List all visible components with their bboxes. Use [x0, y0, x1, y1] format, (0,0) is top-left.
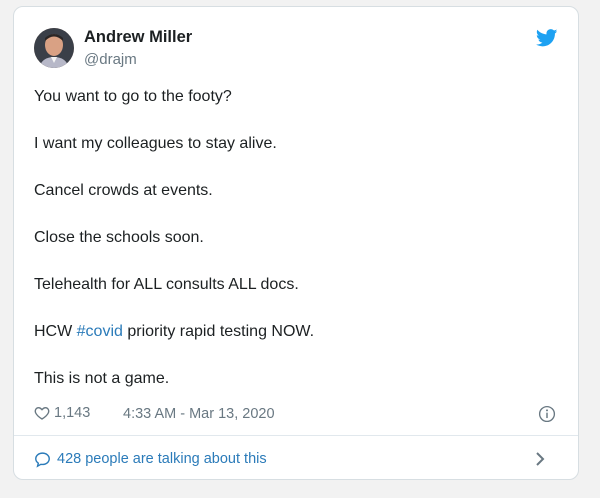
- tweet-paragraph-hashtag: HCW #covid priority rapid testing NOW.: [34, 322, 554, 342]
- avatar-photo: [34, 28, 74, 68]
- speech-bubble-icon: [35, 451, 50, 468]
- author-name[interactable]: Andrew Miller: [84, 28, 192, 47]
- tweet-paragraph: This is not a game.: [34, 370, 170, 387]
- author-handle[interactable]: @drajm: [84, 51, 137, 68]
- tweet-paragraph: You want to go to the footy?: [34, 88, 232, 105]
- tweet-card: Andrew Miller @drajm You want to go to t…: [13, 6, 579, 480]
- tweet-paragraph: Close the schools soon.: [34, 229, 204, 246]
- chevron-right-icon[interactable]: [534, 451, 546, 467]
- tweet-paragraph: I want my colleagues to stay alive.: [34, 135, 277, 152]
- tweet-paragraph: Cancel crowds at events.: [34, 182, 213, 199]
- hashtag-link[interactable]: #covid: [77, 323, 123, 340]
- tweet-text-before-hashtag: HCW: [34, 323, 77, 340]
- info-icon[interactable]: [538, 405, 556, 423]
- conversation-label: 428 people are talking about this: [57, 451, 267, 467]
- conversation-link[interactable]: 428 people are talking about this: [34, 448, 558, 470]
- timestamp-link[interactable]: 4:33 AM - Mar 13, 2020: [123, 406, 275, 422]
- tweet-text: You want to go to the footy? I want my c…: [34, 87, 554, 416]
- tweet-text-after-hashtag: priority rapid testing NOW.: [122, 323, 315, 340]
- divider: [14, 435, 578, 436]
- tweet-meta: 1,143 4:33 AM - Mar 13, 2020: [34, 405, 558, 425]
- twitter-bird-icon[interactable]: [536, 29, 558, 47]
- tweet-paragraph: Telehealth for ALL consults ALL docs.: [34, 276, 299, 293]
- like-button[interactable]: 1,143: [34, 405, 90, 421]
- avatar[interactable]: [34, 28, 74, 68]
- like-count: 1,143: [54, 405, 91, 421]
- heart-icon: [34, 406, 50, 420]
